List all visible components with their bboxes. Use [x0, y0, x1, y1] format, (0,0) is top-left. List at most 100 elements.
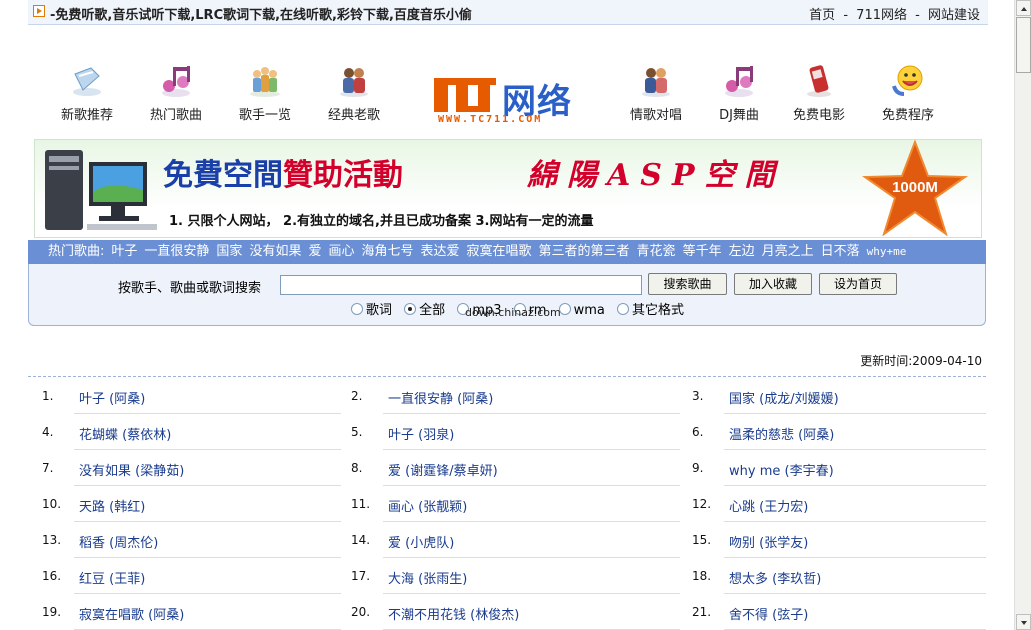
hot-songs-label: 热门歌曲: [48, 244, 105, 259]
song-rank: 3. [692, 389, 704, 403]
programs-smiley-icon [892, 65, 923, 96]
hot-songs-bar: 热门歌曲: 叶子 一直很安静 国家 没有如果爱画心 海角七号 表达爱 寂寞在唱歌 第三者的第三者… [28, 240, 986, 264]
nav-new-songs[interactable]: 新歌推荐 [42, 64, 132, 123]
search-label: 按歌手、歌曲或歌词搜索 [118, 281, 262, 296]
promo-banner[interactable]: 免費空間贊助活動 綿陽ASP空間 1. 只限个人网站， 2.有独立的域名,并且已… [34, 139, 982, 238]
watermark-text: down.chinaz.com [465, 306, 561, 319]
nav-classic-songs[interactable]: 经典老歌 [309, 64, 399, 123]
hot-song-link[interactable]: 左边 [729, 244, 755, 259]
song-link[interactable]: 叶子 (阿桑) [79, 388, 145, 407]
song-rank: 5. [351, 425, 363, 439]
song-link[interactable]: 稻香 (周杰伦) [79, 532, 158, 551]
nav-dj-music[interactable]: DJ舞曲 [694, 64, 784, 123]
song-link[interactable]: 寂寞在唱歌 (阿桑) [79, 604, 184, 623]
song-rank: 17. [351, 569, 371, 583]
site-title: -免费听歌,音乐试听下载,LRC歌词下载,在线听歌,彩铃下载,百度音乐小偷 [50, 8, 472, 23]
divider [28, 376, 986, 377]
singers-icon [250, 67, 280, 97]
song-link[interactable]: 爱 (谢霆锋/蔡卓妍) [388, 460, 498, 479]
song-link[interactable]: 花蝴蝶 (蔡依林) [79, 424, 171, 443]
website-building-link[interactable]: 网站建设 [928, 8, 980, 23]
hot-song-link[interactable]: 第三者的第三者 [539, 244, 630, 259]
hot-song-link[interactable]: 日不落 [821, 244, 860, 259]
song-row: 7. 没有如果 (梁静茹) 8. 爱 (谢霆锋/蔡卓妍) 9. why me (李宇春) [28, 450, 986, 486]
new-songs-icon [73, 67, 101, 96]
search-button[interactable]: 搜索歌曲 [648, 273, 727, 295]
nav-free-programs[interactable]: 免费程序 [863, 64, 953, 123]
song-link[interactable]: 吻别 (张学友) [729, 532, 808, 551]
hot-song-link[interactable]: 寂寞在唱歌 [467, 244, 532, 259]
song-rank: 16. [42, 569, 62, 583]
song-row: 19. 寂寞在唱歌 (阿桑) 20. 不潮不用花钱 (林俊杰) 21. 舍不得 (弦子) [28, 594, 986, 630]
song-link[interactable]: 没有如果 (梁静茹) [79, 460, 184, 479]
song-rank: 11. [351, 497, 371, 511]
hot-song-link[interactable]: 没有如果 [249, 244, 301, 259]
add-favorite-button[interactable]: 加入收藏 [734, 273, 812, 295]
song-link[interactable]: 想太多 (李玖哲) [729, 568, 821, 587]
hot-song-link[interactable]: 青花瓷 [637, 244, 676, 259]
song-rank: 13. [42, 533, 62, 547]
hot-song-link[interactable]: 等千年 [683, 244, 722, 259]
vertical-scrollbar[interactable] [1014, 0, 1031, 630]
banner-headline: 免費空間贊助活動 [163, 158, 403, 193]
hot-song-link[interactable]: 爱 [308, 244, 321, 259]
song-link[interactable]: 心跳 (王力宏) [729, 496, 808, 515]
hot-song-link[interactable]: 海角七号 [361, 244, 413, 259]
hot-song-link[interactable]: 国家 [216, 244, 242, 259]
star-badge-icon: 1000M [861, 140, 969, 236]
home-link[interactable]: 首页 [809, 8, 835, 23]
search-panel: 按歌手、歌曲或歌词搜索 搜索歌曲 加入收藏 设为首页 歌词 全部 mp3 rm … [28, 264, 986, 326]
update-time: 更新时间:2009-04-10 [860, 354, 982, 368]
hot-song-link[interactable]: 表达爱 [421, 244, 460, 259]
song-link[interactable]: why me (李宇春) [729, 460, 834, 479]
hot-song-link[interactable]: 画心 [328, 244, 354, 259]
song-link[interactable]: 爱 (小虎队) [388, 532, 454, 551]
play-icon [33, 5, 45, 17]
scroll-thumb[interactable] [1016, 17, 1031, 73]
search-input[interactable] [280, 275, 642, 295]
scroll-up-arrow-icon[interactable] [1016, 0, 1031, 16]
radio-wma[interactable]: wma [558, 303, 605, 318]
song-rank: 9. [692, 461, 704, 475]
711-network-link[interactable]: 711网络 [856, 8, 907, 23]
hot-song-link[interactable]: why+me [867, 245, 907, 258]
nav-free-movies[interactable]: 免费电影 [774, 64, 864, 123]
song-link[interactable]: 红豆 (王菲) [79, 568, 145, 587]
song-link[interactable]: 温柔的慈悲 (阿桑) [729, 424, 834, 443]
song-rank: 6. [692, 425, 704, 439]
song-rank: 10. [42, 497, 62, 511]
song-link[interactable]: 大海 (张雨生) [388, 568, 467, 587]
song-link[interactable]: 天路 (韩红) [79, 496, 145, 515]
top-links: 首页 - 711网络 - 网站建设 [809, 8, 980, 23]
hot-song-link[interactable]: 月亮之上 [762, 244, 814, 259]
radio-other-formats[interactable]: 其它格式 [616, 303, 684, 318]
logo-url: WWW.TC711.COM [438, 114, 543, 125]
song-row: 10. 天路 (韩红) 11. 画心 (张靓颖) 12. 心跳 (王力宏) [28, 486, 986, 522]
nav-singers[interactable]: 歌手一览 [220, 64, 310, 123]
song-link[interactable]: 舍不得 (弦子) [729, 604, 808, 623]
set-homepage-button[interactable]: 设为首页 [819, 273, 897, 295]
song-rank: 21. [692, 605, 712, 619]
song-rank: 2. [351, 389, 363, 403]
radio-all[interactable]: 全部 [404, 303, 445, 318]
nav-duet[interactable]: 情歌对唱 [611, 64, 701, 123]
page: -免费听歌,音乐试听下载,LRC歌词下载,在线听歌,彩铃下载,百度音乐小偷 首页… [28, 0, 988, 630]
song-link[interactable]: 一直很安静 (阿桑) [388, 388, 493, 407]
radio-lyrics[interactable]: 歌词 [351, 303, 392, 318]
song-rank: 15. [692, 533, 712, 547]
song-rank: 12. [692, 497, 712, 511]
hot-song-link[interactable]: 叶子 [111, 244, 137, 259]
hot-song-link[interactable]: 一直很安静 [144, 244, 209, 259]
song-link[interactable]: 叶子 (羽泉) [388, 424, 454, 443]
banner-headline-right: 綿陽ASP空間 [527, 158, 785, 193]
computer-icon [45, 150, 157, 230]
scroll-down-arrow-icon[interactable] [1016, 614, 1031, 630]
song-rank: 20. [351, 605, 371, 619]
song-row: 4. 花蝴蝶 (蔡依林) 5. 叶子 (羽泉) 6. 温柔的慈悲 (阿桑) [28, 414, 986, 450]
song-rank: 8. [351, 461, 363, 475]
nav-hot-songs[interactable]: 热门歌曲 [131, 64, 221, 123]
song-link[interactable]: 国家 (成龙/刘媛媛) [729, 388, 839, 407]
movie-phone-icon [807, 65, 831, 97]
song-link[interactable]: 画心 (张靓颖) [388, 496, 467, 515]
song-link[interactable]: 不潮不用花钱 (林俊杰) [388, 604, 519, 623]
